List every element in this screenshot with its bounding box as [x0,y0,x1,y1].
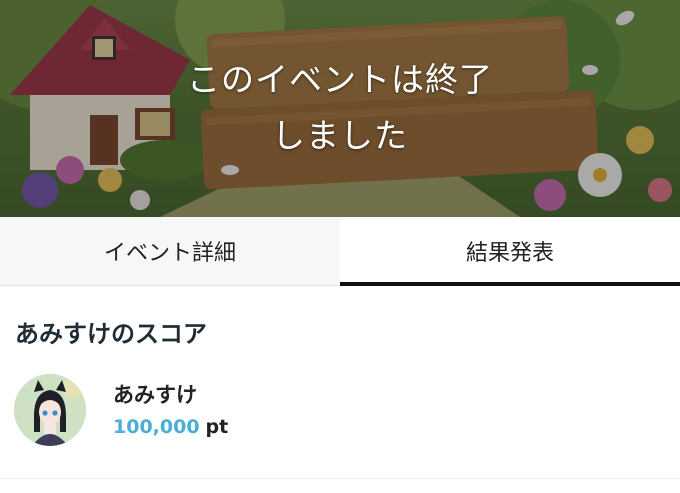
tab-results[interactable]: 結果発表 [340,217,680,286]
tab-event-details[interactable]: イベント詳細 [0,217,340,285]
event-banner: このイベントは終了 しました [0,0,680,217]
user-points: 100,000 pt [113,414,228,440]
user-info: あみすけ 100,000 pt [113,380,228,440]
divider [0,478,680,479]
points-unit: pt [205,416,229,438]
event-tabs: イベント詳細 結果発表 [0,217,680,286]
ended-line-1: このイベントは終了 [187,60,493,99]
points-value: 100,000 [113,416,200,438]
score-section-title: あみすけのスコア [15,320,207,348]
user-name: あみすけ [113,383,197,407]
event-ended-message: このイベントは終了 しました [0,52,680,164]
user-score-row: あみすけ 100,000 pt [0,354,680,446]
avatar[interactable] [14,374,86,446]
avatar-image [14,374,86,446]
ended-line-2: しました [272,116,408,155]
